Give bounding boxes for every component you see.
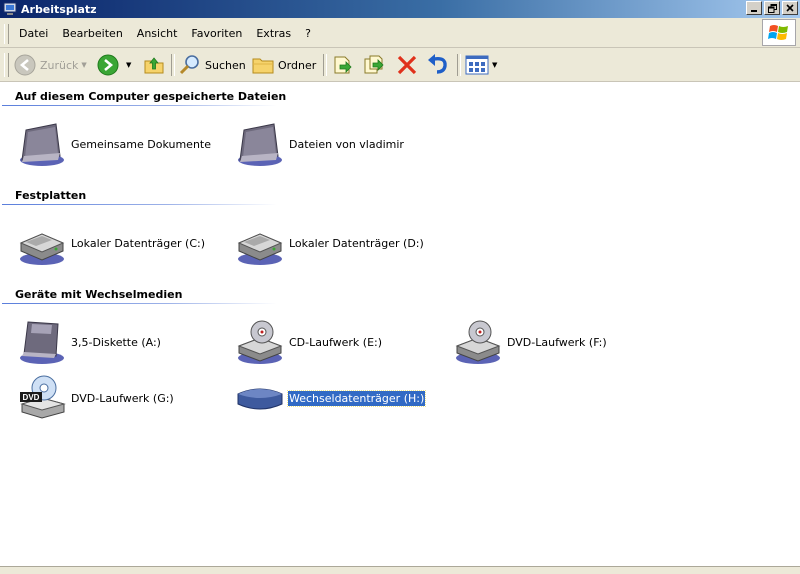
- menu-extras[interactable]: Extras: [249, 27, 298, 40]
- restore-button[interactable]: [764, 1, 780, 15]
- cd-drive-icon: [237, 320, 283, 364]
- copy-to-button[interactable]: [362, 52, 386, 78]
- dvd-drive-icon: DVD: [20, 375, 66, 419]
- back-dropdown-icon[interactable]: ▼: [81, 61, 86, 69]
- windows-flag-icon: [768, 24, 788, 40]
- views-icon: [465, 55, 489, 75]
- menu-bar: Datei Bearbeiten Ansicht Favoriten Extra…: [0, 18, 800, 48]
- my-computer-icon: [3, 2, 17, 15]
- menu-favoriten[interactable]: Favoriten: [184, 27, 249, 40]
- minimize-icon: [751, 10, 757, 12]
- menu-bearbeiten[interactable]: Bearbeiten: [55, 27, 129, 40]
- folders-button[interactable]: Ordner: [251, 52, 316, 78]
- standard-toolbar: Zurück ▼ ▼ Suchen Ordner ▼: [0, 48, 800, 82]
- removable-drive-icon: [237, 388, 283, 410]
- folder-up-icon: [144, 57, 164, 74]
- back-label: Zurück: [40, 58, 79, 72]
- item-drive-d[interactable]: Lokaler Datenträger (D:): [236, 219, 425, 267]
- menu-grip[interactable]: [4, 24, 9, 44]
- restore-icon: [767, 3, 777, 13]
- hard-drive-icon: [19, 233, 65, 265]
- toolbar-separator: [323, 54, 327, 76]
- item-floppy-a[interactable]: 3,5-Diskette (A:): [18, 318, 162, 366]
- cd-drive-icon: [455, 320, 501, 364]
- undo-icon: [428, 54, 447, 74]
- minimize-button[interactable]: [746, 1, 762, 15]
- group-divider: [2, 105, 277, 106]
- forward-button[interactable]: ▼: [96, 52, 131, 78]
- item-label: Lokaler Datenträger (D:): [289, 236, 424, 250]
- windows-logo: [762, 19, 796, 46]
- title-bar[interactable]: Arbeitsplatz: [0, 0, 800, 18]
- move-to-button[interactable]: [331, 52, 355, 78]
- delete-button[interactable]: [395, 52, 419, 78]
- views-dropdown-icon[interactable]: ▼: [492, 61, 497, 69]
- forward-dropdown-icon[interactable]: ▼: [126, 61, 131, 69]
- item-user-documents[interactable]: Dateien von vladimir: [236, 120, 405, 168]
- window-bottom-border: [0, 566, 800, 574]
- item-dvd-g[interactable]: DVD DVD-Laufwerk (G:): [18, 374, 175, 422]
- item-label: 3,5-Diskette (A:): [71, 335, 161, 349]
- menu-help[interactable]: ?: [298, 27, 318, 40]
- views-button[interactable]: ▼: [465, 52, 497, 78]
- back-arrow-icon: [14, 54, 36, 76]
- menu-datei[interactable]: Datei: [12, 27, 55, 40]
- item-removable-h[interactable]: Wechseldatenträger (H:): [236, 374, 427, 422]
- group-header-removable-media: Geräte mit Wechselmedien: [15, 288, 183, 301]
- copy-to-icon: [364, 55, 384, 74]
- menu-ansicht[interactable]: Ansicht: [130, 27, 185, 40]
- toolbar-separator: [457, 54, 461, 76]
- back-button[interactable]: Zurück ▼: [13, 52, 87, 78]
- item-shared-documents[interactable]: Gemeinsame Dokumente: [18, 120, 212, 168]
- item-label: DVD-Laufwerk (G:): [71, 391, 174, 405]
- toolbar-grip[interactable]: [4, 53, 9, 77]
- hard-drive-icon: [237, 233, 283, 265]
- folders-icon: [252, 58, 274, 74]
- user-folder-icon: [238, 123, 282, 166]
- shared-folder-icon: [20, 123, 64, 166]
- group-divider: [2, 303, 277, 304]
- forward-arrow-icon: [97, 54, 119, 76]
- toolbar-separator: [171, 54, 175, 76]
- item-drive-c[interactable]: Lokaler Datenträger (C:): [18, 219, 206, 267]
- group-divider: [2, 204, 277, 205]
- window-title: Arbeitsplatz: [21, 2, 97, 16]
- dvd-badge: DVD: [23, 393, 40, 402]
- item-dvd-f[interactable]: DVD-Laufwerk (F:): [454, 318, 608, 366]
- item-label: Dateien von vladimir: [289, 137, 404, 151]
- search-icon: [179, 55, 199, 75]
- item-label: CD-Laufwerk (E:): [289, 335, 383, 349]
- item-label-selected: Wechseldatenträger (H:): [286, 389, 427, 407]
- search-label: Suchen: [205, 58, 246, 72]
- item-label: Lokaler Datenträger (C:): [71, 236, 206, 250]
- group-header-hard-drives: Festplatten: [15, 189, 87, 202]
- item-cd-e[interactable]: CD-Laufwerk (E:): [236, 318, 383, 366]
- up-button[interactable]: [143, 52, 165, 78]
- undo-button[interactable]: [426, 52, 450, 78]
- folders-label: Ordner: [278, 58, 317, 72]
- floppy-drive-icon: [20, 321, 64, 364]
- close-icon: [786, 4, 794, 12]
- close-button[interactable]: [782, 1, 798, 15]
- item-label: Gemeinsame Dokumente: [71, 137, 211, 151]
- delete-x-icon: [397, 55, 417, 75]
- file-view[interactable]: Auf diesem Computer gespeicherte Dateien…: [0, 82, 800, 566]
- move-to-icon: [334, 56, 352, 74]
- search-button[interactable]: Suchen: [178, 52, 246, 78]
- group-header-stored-files: Auf diesem Computer gespeicherte Dateien: [15, 90, 287, 103]
- item-label: DVD-Laufwerk (F:): [507, 335, 607, 349]
